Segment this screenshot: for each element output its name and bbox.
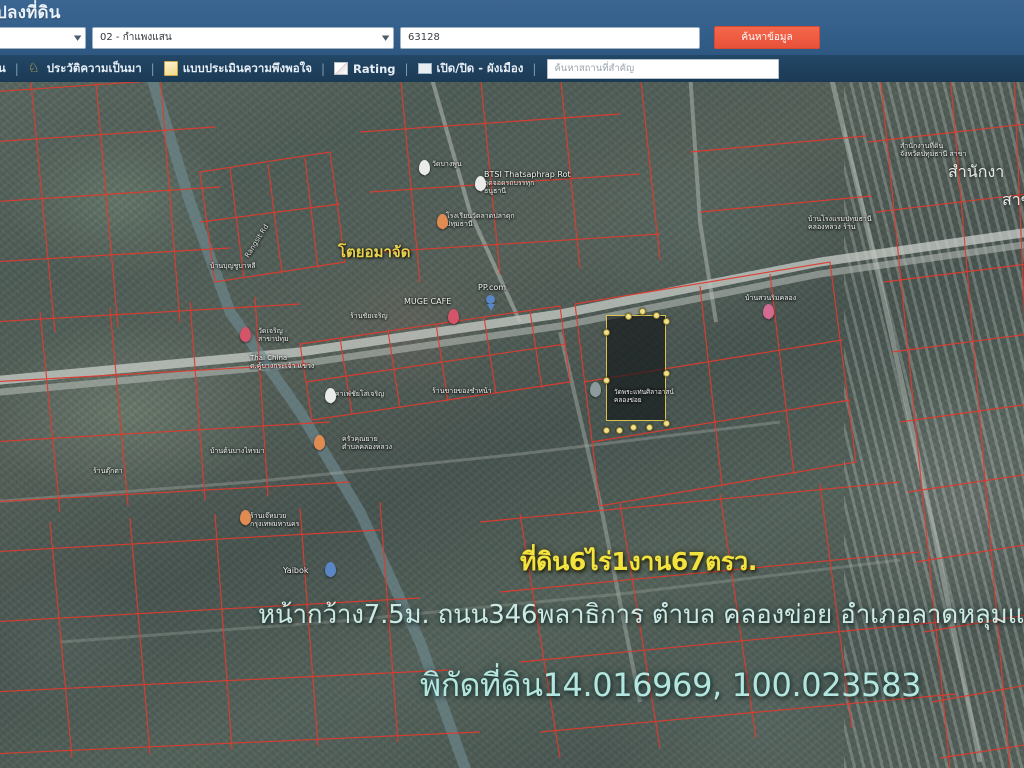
- menu-item-label: ประวัติความเป็นมา: [46, 60, 142, 75]
- rating-icon: [334, 62, 349, 75]
- parcel-vertex-handle[interactable]: [653, 312, 660, 319]
- parcel-number-value: 63128: [408, 32, 440, 43]
- map-canvas[interactable]: วัดบางพูน BTSI Thatsaphrap Rot จุดจอดรถบ…: [0, 82, 1024, 768]
- menu-separator: |: [532, 61, 537, 76]
- menu-item-label: แบบประเมินความพึงพอใจ: [182, 60, 312, 75]
- search-button-label: ค้นหาข้อมูล: [741, 32, 793, 43]
- map-area-label: โตยอมาจัด: [338, 243, 411, 261]
- search-form: ▼ 02 - กำแพงแสน ▼ 63128 ค้นหาข้อมูล: [0, 26, 820, 49]
- screenshot-root: วัดบางพูน BTSI Thatsaphrap Rot จุดจอดรถบ…: [0, 0, 1024, 768]
- parcel-vertex-handle[interactable]: [663, 318, 670, 325]
- menu-item-label: Rating: [353, 61, 396, 76]
- menu-separator: |: [14, 61, 19, 76]
- parcel-vertex-handle[interactable]: [663, 370, 670, 377]
- menu-separator: |: [404, 61, 409, 76]
- menu-item-history[interactable]: ♘ ประวัติความเป็นมา: [24, 60, 146, 78]
- menu-item-mine[interactable]: ฉัน: [0, 60, 10, 78]
- menu-item-rating[interactable]: Rating: [330, 62, 399, 76]
- cadastral-parcel-overlay: [0, 82, 1024, 768]
- parcel-vertex-handle[interactable]: [603, 377, 610, 384]
- selected-parcel-label: วัดพระแท่นศิลาอาสน์ คลองข่อย: [614, 388, 674, 404]
- search-button[interactable]: ค้นหาข้อมูล: [714, 26, 820, 49]
- parcel-vertex-handle[interactable]: [603, 427, 610, 434]
- menu-separator: |: [320, 61, 326, 76]
- chevron-down-icon: ▼: [73, 33, 82, 42]
- chevron-down-icon: ▼: [381, 33, 390, 42]
- parcel-vertex-handle[interactable]: [663, 420, 670, 427]
- trophy-icon: ♘: [27, 60, 40, 76]
- district-select-value: 02 - กำแพงแสน: [100, 32, 172, 43]
- parcel-number-input[interactable]: 63128: [400, 26, 700, 49]
- menu-item-city-plan-toggle[interactable]: เปิด/ปิด - ผังเมือง: [414, 60, 528, 78]
- parcel-vertex-handle[interactable]: [625, 313, 632, 320]
- menu-item-satisfaction-survey[interactable]: แบบประเมินความพึงพอใจ: [160, 60, 316, 78]
- parcel-vertex-handle[interactable]: [603, 329, 610, 336]
- parcel-vertex-handle[interactable]: [639, 308, 646, 315]
- place-search-placeholder: ค้นหาสถานที่สำคัญ: [554, 63, 635, 74]
- menu-item-label: ฉัน: [0, 60, 6, 75]
- parcel-vertex-handle[interactable]: [646, 424, 653, 431]
- menu-item-label: เปิด/ปิด - ผังเมือง: [436, 60, 524, 75]
- place-search-input[interactable]: ค้นหาสถานที่สำคัญ: [547, 58, 780, 79]
- app-header: ปลงที่ดิน ▼ 02 - กำแพงแสน ▼ 63128 ค้นหาข…: [0, 0, 1024, 55]
- province-select[interactable]: ▼: [0, 26, 86, 49]
- map-pin-icon[interactable]: [590, 382, 601, 397]
- map-office-label-2: สาข: [1002, 190, 1024, 209]
- parcel-vertex-handle[interactable]: [630, 424, 637, 431]
- district-select[interactable]: 02 - กำแพงแสน ▼: [92, 26, 394, 49]
- parcel-vertex-handle[interactable]: [616, 427, 623, 434]
- selected-land-parcel[interactable]: [606, 315, 666, 421]
- main-menubar: ฉัน | ♘ ประวัติความเป็นมา | แบบประเมินคว…: [0, 55, 1024, 82]
- map-office-label-1: สำนักงา: [948, 162, 1005, 181]
- page-title: ปลงที่ดิน: [0, 3, 61, 23]
- layer-toggle-icon: [417, 63, 432, 74]
- menu-separator: |: [150, 61, 155, 76]
- document-icon: [163, 61, 178, 76]
